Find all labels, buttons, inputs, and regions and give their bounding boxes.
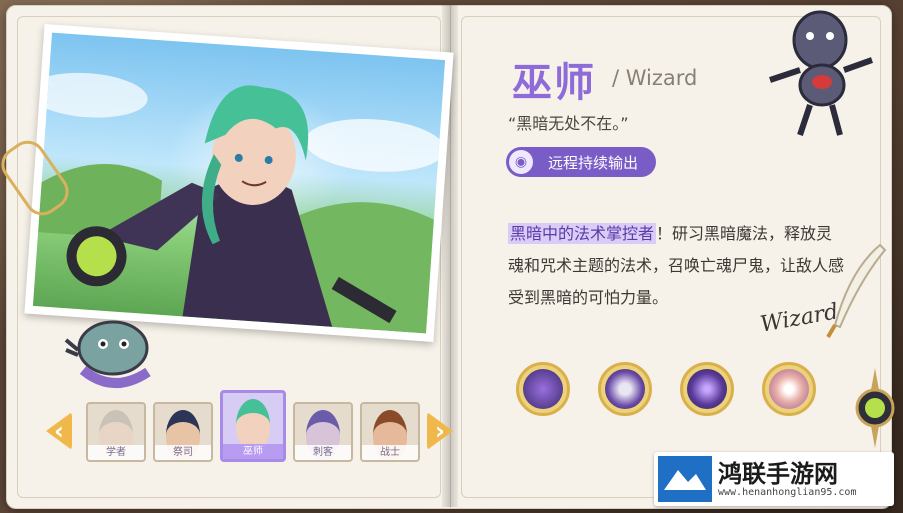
- dark-orb-skill-icon[interactable]: [598, 362, 652, 416]
- class-selector: 学者 祭司 巫师 刺客 战士: [86, 390, 420, 462]
- description-highlight: 黑暗中的法术掌控者: [508, 223, 657, 244]
- portrait-warrior[interactable]: 战士: [360, 402, 420, 462]
- class-quote: “黑暗无处不在。”: [508, 114, 629, 133]
- portrait-label: 巫师: [223, 444, 283, 459]
- portrait-label: 学者: [88, 445, 144, 460]
- portrait-assassin[interactable]: 刺客: [293, 402, 353, 462]
- portrait-scholar[interactable]: 学者: [86, 402, 146, 462]
- imp-creature-sticker: [769, 10, 874, 136]
- watermark-logo-icon: [658, 456, 712, 502]
- watermark-url[interactable]: www.henanhonglian95.com: [718, 487, 856, 498]
- character-portrait-photo: [24, 24, 454, 342]
- shadow-spirit-skill-icon[interactable]: [516, 362, 570, 416]
- eye-icon: ◉: [509, 150, 533, 174]
- ghoul-summon-skill-icon[interactable]: [680, 362, 734, 416]
- site-watermark: 鸿联手游网 www.henanhonglian95.com: [654, 452, 894, 506]
- class-title: 巫师: [512, 60, 596, 106]
- role-tag: ◉ 远程持续输出: [506, 147, 657, 177]
- class-description: 黑暗中的法术掌控者 ！研习黑暗魔法，释放灵魂和咒术主题的法术，召唤亡魂尸鬼，让敌人…: [508, 218, 848, 314]
- pet-companion-sticker: [64, 320, 151, 388]
- watermark-title: 鸿联手游网: [718, 459, 838, 488]
- skill-list: [516, 362, 816, 416]
- portrait-label: 战士: [362, 445, 418, 460]
- portrait-wizard[interactable]: 巫师: [220, 390, 286, 462]
- role-tag-label: 远程持续输出: [548, 153, 639, 172]
- portrait-priest[interactable]: 祭司: [153, 402, 213, 462]
- quill-icon: [826, 243, 887, 339]
- portrait-label: 刺客: [295, 445, 351, 460]
- portrait-label: 祭司: [155, 445, 211, 460]
- class-title-english: / Wizard: [612, 66, 698, 90]
- compass-icon: [855, 368, 895, 448]
- character-art: [32, 32, 446, 334]
- curse-cards-skill-icon[interactable]: [762, 362, 816, 416]
